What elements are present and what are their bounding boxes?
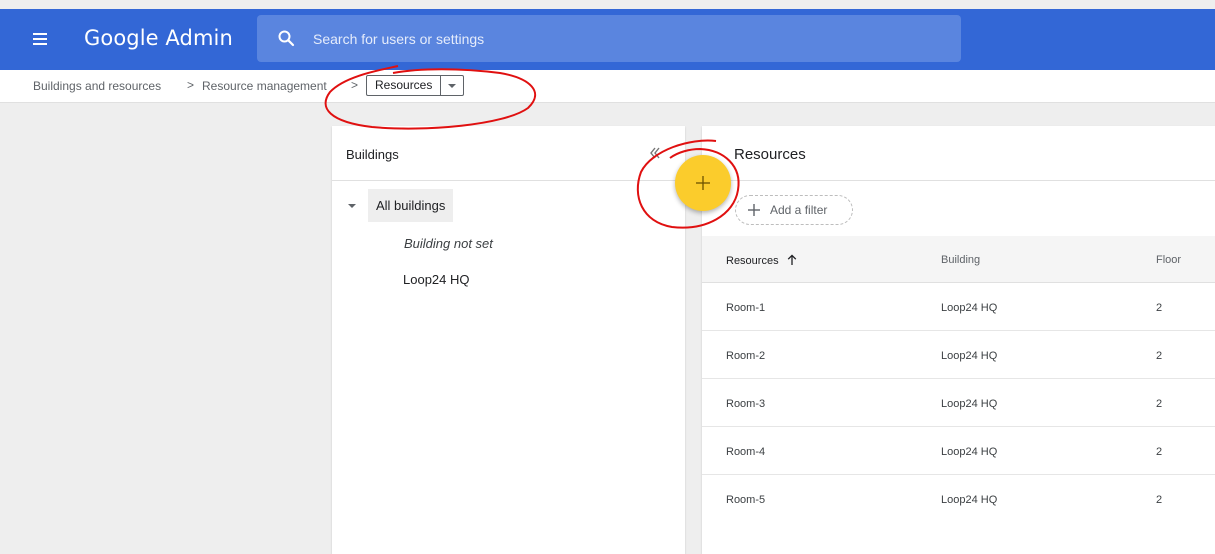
buildings-panel-header: Buildings (332, 126, 685, 181)
app-title[interactable]: Google Admin (84, 26, 233, 50)
cell-resource-name: Room-3 (726, 398, 766, 410)
plus-icon (748, 204, 760, 216)
breadcrumb-current-label: Resources (375, 78, 433, 92)
search-box[interactable] (257, 15, 961, 62)
table-row[interactable]: Room-1 Loop24 HQ 2 (702, 283, 1215, 331)
column-header-resources[interactable]: Resources (726, 254, 797, 267)
resources-panel: Resources Add a filter Resources Buildin… (702, 126, 1215, 554)
column-header-label: Resources (726, 255, 779, 267)
plus-icon (696, 176, 710, 190)
tree-item-label: All buildings (368, 189, 454, 222)
breadcrumb-separator: > (187, 78, 195, 92)
buildings-panel: Buildings All buildings Building not set… (332, 126, 685, 554)
cell-resource-name: Room-5 (726, 494, 766, 506)
breadcrumb: Buildings and resources > Resource manag… (0, 70, 1215, 103)
column-header-building[interactable]: Building (941, 254, 980, 266)
table-row[interactable]: Room-4 Loop24 HQ 2 (702, 427, 1215, 475)
cell-floor: 2 (1156, 302, 1163, 314)
tree-item-loop24-hq[interactable]: Loop24 HQ (403, 272, 470, 287)
cell-resource-name: Room-4 (726, 446, 766, 458)
caret-down-icon[interactable] (346, 200, 358, 212)
table-row[interactable]: Room-2 Loop24 HQ 2 (702, 331, 1215, 379)
add-resource-fab[interactable] (675, 155, 731, 211)
breadcrumb-current-dropdown[interactable]: Resources (366, 75, 465, 96)
column-header-floor[interactable]: Floor (1156, 254, 1181, 266)
breadcrumb-separator: > (351, 78, 359, 92)
collapse-panel-icon[interactable] (649, 146, 661, 160)
breadcrumb-item-resource-management[interactable]: Resource management (202, 79, 327, 93)
cell-floor: 2 (1156, 350, 1163, 362)
cell-resource-name: Room-1 (726, 302, 766, 314)
cell-resource-name: Room-2 (726, 350, 766, 362)
caret-down-icon (448, 83, 457, 88)
cell-building: Loop24 HQ (941, 302, 998, 314)
cell-floor: 2 (1156, 398, 1163, 410)
search-input[interactable] (311, 25, 935, 53)
resources-panel-header: Resources (702, 126, 1215, 181)
resources-panel-title: Resources (734, 146, 806, 163)
add-filter-label: Add a filter (770, 203, 828, 217)
breadcrumb-item-buildings-and-resources[interactable]: Buildings and resources (33, 79, 161, 93)
top-app-bar: Google Admin (0, 9, 1215, 70)
cell-floor: 2 (1156, 446, 1163, 458)
dropdown-toggle[interactable] (440, 76, 463, 95)
table-row[interactable]: Room-3 Loop24 HQ 2 (702, 379, 1215, 427)
resources-table: Resources Building Floor Room-1 Loop24 H… (702, 236, 1215, 523)
table-header: Resources Building Floor (702, 236, 1215, 283)
cell-building: Loop24 HQ (941, 398, 998, 410)
hamburger-menu-icon[interactable] (32, 31, 48, 47)
tree-item-building-not-set[interactable]: Building not set (404, 236, 493, 251)
cell-building: Loop24 HQ (941, 494, 998, 506)
search-icon (278, 30, 295, 47)
cell-floor: 2 (1156, 494, 1163, 506)
cell-building: Loop24 HQ (941, 446, 998, 458)
add-filter-button[interactable]: Add a filter (735, 195, 853, 225)
arrow-up-icon (787, 254, 796, 265)
cell-building: Loop24 HQ (941, 350, 998, 362)
tree-item-all-buildings[interactable]: All buildings (346, 189, 454, 222)
table-row[interactable]: Room-5 Loop24 HQ 2 (702, 475, 1215, 523)
buildings-panel-title: Buildings (346, 147, 399, 162)
